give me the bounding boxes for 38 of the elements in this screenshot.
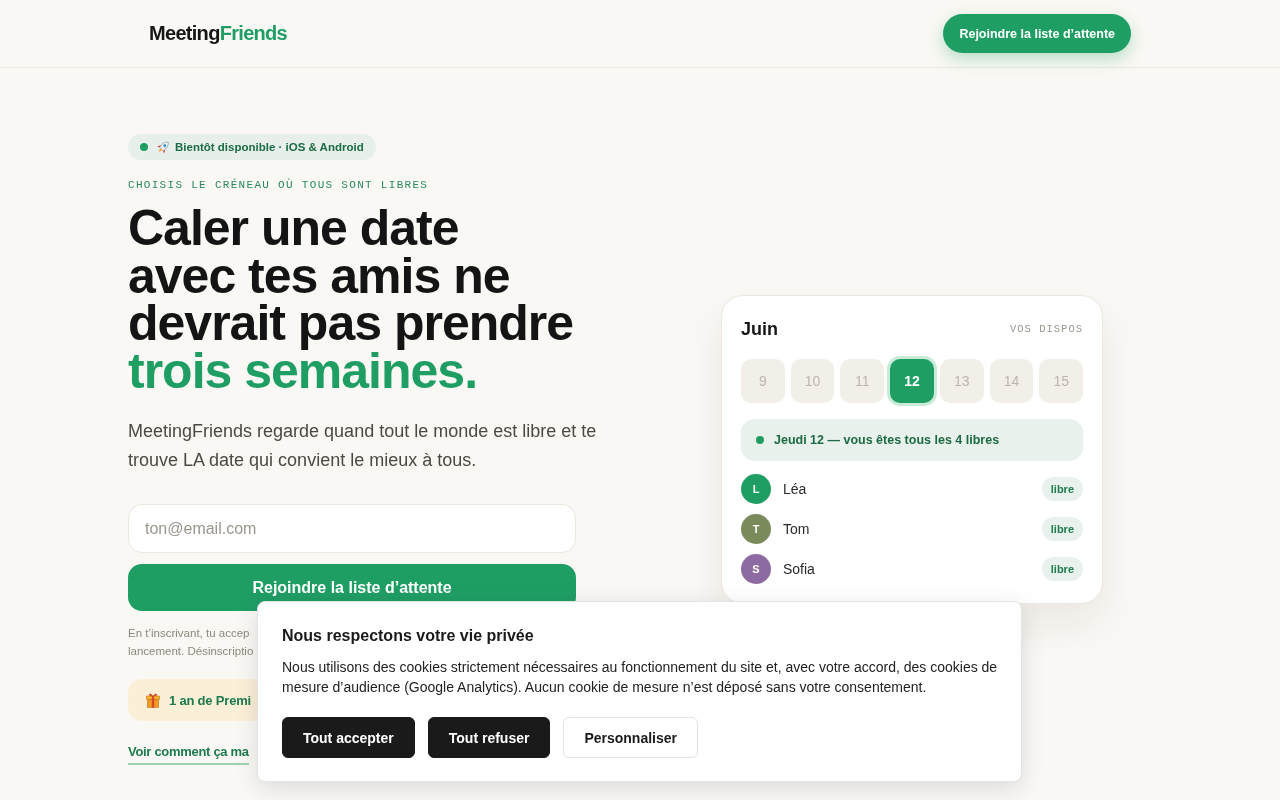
how-it-works-link[interactable]: Voir comment ça ma	[128, 744, 249, 765]
legal-note: En t’inscrivant, tu accep lancement. Désinscriptio	[128, 626, 254, 659]
intro-text: MeetingFriends regarde quand tout le monde est libre et te trouve LA date qui convient le mieux à tous.	[128, 420, 598, 472]
status-dot-icon	[140, 143, 148, 151]
status-tag: libre	[1041, 477, 1083, 501]
card-caption: VOS DISPOS	[1010, 323, 1083, 335]
cookie-button[interactable]: Personnaliser	[563, 717, 698, 758]
perk-label: 1 an de Premi	[169, 692, 251, 708]
eyebrow-text: CHOISIS LE CRÉNEAU OÙ TOUS SONT LIBRES	[128, 178, 429, 192]
avatar: L	[741, 474, 771, 504]
calendar-day[interactable]: 11	[840, 359, 885, 403]
calendar-day[interactable]: 15	[1039, 359, 1084, 403]
gift-icon	[146, 692, 160, 708]
month-title: Juin	[741, 318, 778, 340]
rocket-icon	[157, 139, 170, 155]
summary-text: Jeudi 12 — vous êtes tous les 4 libres	[774, 433, 1000, 447]
status-tag: libre	[1041, 517, 1083, 541]
logo[interactable]: MeetingFriends	[149, 22, 287, 45]
cookie-button[interactable]: Tout accepter	[282, 717, 415, 758]
calendar-day[interactable]: 14	[989, 359, 1034, 403]
person-name: Sofia	[783, 561, 816, 577]
person-name: Léa	[783, 481, 808, 497]
status-tag: libre	[1041, 557, 1083, 581]
calendar-day[interactable]: 9	[741, 359, 785, 403]
status-dot-icon	[756, 436, 764, 444]
person-name: Tom	[783, 521, 811, 537]
calendar-day[interactable]: 10	[790, 359, 835, 403]
cookie-button[interactable]: Tout refuser	[427, 717, 551, 758]
avatar: S	[741, 554, 771, 584]
waitlist-button[interactable]: Rejoindre la liste d’attente	[943, 14, 1131, 53]
calendar-day[interactable]: 13	[939, 359, 984, 403]
email-field[interactable]: ton@email.com	[128, 504, 576, 553]
avatar: T	[741, 514, 771, 544]
availability-label: Bientôt disponible · iOS & Android	[175, 141, 364, 153]
cookie-text: Nous utilisons des cookies strictement nécessaires au fonctionnement du site et, avec votre accord, des cookies de mesure d’audience (Google Analytics). Aucun cookie de mesure n’est déposé sans votre consentement.	[282, 658, 999, 697]
headline: Caler une date avec tes amis ne devrait pas prendre trois semaines.	[128, 205, 574, 395]
cookie-title: Nous respectons votre vie privée	[282, 626, 535, 646]
calendar-day[interactable]: 12	[890, 359, 934, 403]
